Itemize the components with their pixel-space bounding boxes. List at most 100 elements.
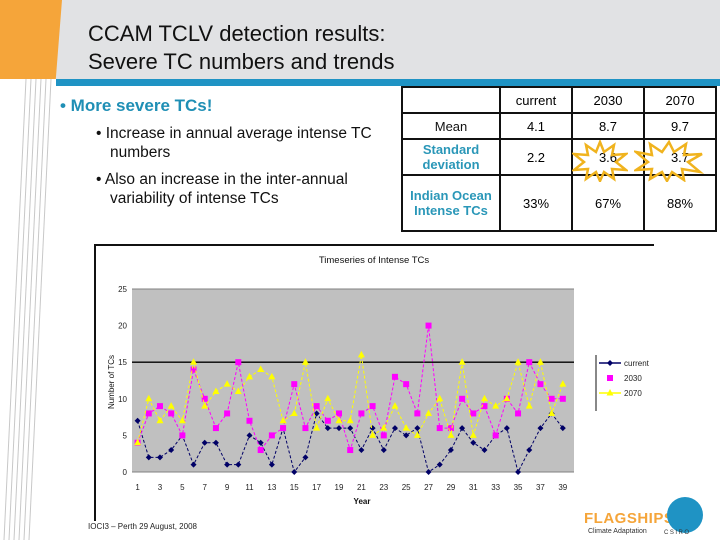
table-corner xyxy=(401,86,501,114)
row-label-std: Standard deviation xyxy=(401,138,501,176)
cell: 8.7 xyxy=(571,112,645,140)
x-tick-label: 33 xyxy=(491,483,500,492)
data-point-2030 xyxy=(324,417,331,424)
x-tick-label: 1 xyxy=(135,483,140,492)
data-point-2030 xyxy=(358,410,365,417)
csiro-text: CSIRO xyxy=(664,530,691,536)
flagships-logo: FLAGSHIPS xyxy=(584,510,675,527)
x-tick-label: 11 xyxy=(245,483,254,492)
x-tick-label: 37 xyxy=(536,483,545,492)
y-tick-label: 15 xyxy=(118,358,127,367)
x-tick-label: 19 xyxy=(335,483,344,492)
x-tick-label: 21 xyxy=(357,483,366,492)
legend-label-current: current xyxy=(624,359,650,368)
legend-label-2030: 2030 xyxy=(624,374,642,383)
y-tick-label: 5 xyxy=(123,431,128,440)
sub-bullet: • Also an increase in the inter-annual v… xyxy=(96,171,348,207)
x-tick-label: 23 xyxy=(379,483,388,492)
header-current: current xyxy=(499,86,573,114)
data-point-2030 xyxy=(212,425,219,432)
title-line-1: CCAM TCLV detection results: xyxy=(88,21,386,46)
blue-rule xyxy=(56,79,720,86)
y-tick-label: 25 xyxy=(118,285,127,294)
data-point-2030 xyxy=(537,381,544,388)
x-tick-label: 35 xyxy=(514,483,523,492)
data-point-2030 xyxy=(257,447,264,454)
cell: 9.7 xyxy=(643,112,717,140)
title-line-2: Severe TC numbers and trends xyxy=(88,49,395,74)
data-point-2030 xyxy=(470,410,477,417)
data-point-2030 xyxy=(548,395,555,402)
data-point-2030 xyxy=(168,410,175,417)
logo-subtext: Climate Adaptation xyxy=(588,528,647,535)
timeseries-chart: Timeseries of Intense TCs Year Number of… xyxy=(107,255,650,506)
y-tick-label: 10 xyxy=(118,395,127,404)
data-point-2030 xyxy=(224,410,231,417)
slide-title: CCAM TCLV detection results: Severe TC n… xyxy=(88,20,395,76)
data-point-2030 xyxy=(268,432,275,439)
y-tick-label: 0 xyxy=(123,468,128,477)
data-point-2030 xyxy=(179,432,186,439)
header-2030: 2030 xyxy=(571,86,645,114)
bullet-list: • More severe TCs! • Increase in annual … xyxy=(56,96,386,208)
data-point-2030 xyxy=(145,410,152,417)
legend-marker-2030 xyxy=(607,375,613,381)
x-tick-label: 31 xyxy=(469,483,478,492)
x-tick-label: 5 xyxy=(180,483,185,492)
data-point-2030 xyxy=(559,395,566,402)
data-point-2030 xyxy=(313,403,320,410)
x-tick-label: 15 xyxy=(290,483,299,492)
chart-title: Timeseries of Intense TCs xyxy=(319,255,430,266)
data-point-2030 xyxy=(291,381,298,388)
y-axis-label: Number of TCs xyxy=(107,355,116,409)
legend-marker-current xyxy=(607,360,613,366)
data-point-2030 xyxy=(280,425,287,432)
bullet-main: • More severe TCs! xyxy=(60,96,213,115)
x-tick-label: 29 xyxy=(446,483,455,492)
starburst-icon xyxy=(634,140,704,182)
x-tick-label: 13 xyxy=(267,483,276,492)
orange-accent xyxy=(0,0,62,79)
starburst-icon xyxy=(572,140,628,182)
x-tick-label: 25 xyxy=(402,483,411,492)
data-point-2030 xyxy=(246,417,253,424)
header-2070: 2070 xyxy=(643,86,717,114)
data-point-2030 xyxy=(526,359,533,366)
x-tick-label: 27 xyxy=(424,483,433,492)
data-point-2030 xyxy=(436,425,443,432)
legend-label-2070: 2070 xyxy=(624,389,642,398)
data-point-2030 xyxy=(515,410,522,417)
table-header-row: current 2030 2070 xyxy=(401,86,717,114)
cell: 67% xyxy=(571,174,645,232)
x-axis-label: Year xyxy=(354,497,371,506)
x-tick-label: 17 xyxy=(312,483,321,492)
data-point-2030 xyxy=(380,432,387,439)
x-tick-label: 7 xyxy=(203,483,208,492)
data-point-2030 xyxy=(156,403,163,410)
cell: 2.2 xyxy=(499,138,573,176)
data-point-2030 xyxy=(347,447,354,454)
table-row: Indian Ocean Intense TCs 33% 67% 88% xyxy=(401,174,717,232)
sub-bullet: • Increase in annual average intense TC … xyxy=(96,125,372,161)
x-tick-label: 3 xyxy=(158,483,163,492)
csiro-logo-icon xyxy=(667,497,703,533)
cell: 4.1 xyxy=(499,112,573,140)
decorative-stripes xyxy=(3,79,52,540)
data-point-2030 xyxy=(459,395,466,402)
x-tick-label: 9 xyxy=(225,483,230,492)
data-point-2030 xyxy=(414,410,421,417)
data-point-2030 xyxy=(425,322,432,329)
data-point-2030 xyxy=(235,359,242,366)
table-row: Mean 4.1 8.7 9.7 xyxy=(401,112,717,140)
data-point-2030 xyxy=(369,403,376,410)
x-tick-label: 39 xyxy=(558,483,567,492)
row-label-indian-ocean: Indian Ocean Intense TCs xyxy=(401,174,501,232)
data-point-2030 xyxy=(302,425,309,432)
cell: 33% xyxy=(499,174,573,232)
data-point-2030 xyxy=(403,381,410,388)
footer-text: IOCI3 – Perth 29 August, 2008 xyxy=(88,522,197,531)
data-point-2030 xyxy=(391,373,398,380)
row-label-mean: Mean xyxy=(401,112,501,140)
data-point-2030 xyxy=(492,432,499,439)
y-tick-label: 20 xyxy=(118,322,127,331)
